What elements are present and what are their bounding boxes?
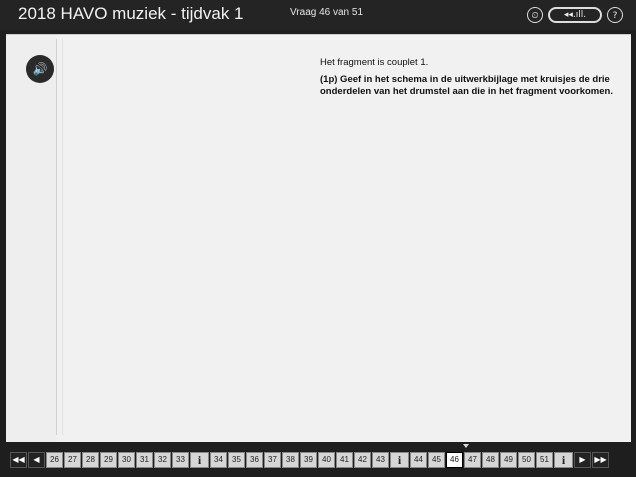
- column-divider: [56, 39, 57, 435]
- timer-icon[interactable]: ⏲: [527, 7, 543, 23]
- question-button-48[interactable]: 48: [482, 452, 499, 468]
- speaker-icon[interactable]: 🔊: [26, 55, 54, 83]
- last-question-button[interactable]: ▶▶: [592, 452, 609, 468]
- question-button-33[interactable]: 33: [172, 452, 189, 468]
- question-button-31[interactable]: 31: [136, 452, 153, 468]
- question-navigation: ◀◀ ◀ 26 27 28 29 30 31 32 33 i 34 35 36 …: [10, 452, 609, 468]
- question-button-29[interactable]: 29: [100, 452, 117, 468]
- info-button[interactable]: i: [554, 452, 573, 468]
- question-button-36[interactable]: 36: [246, 452, 263, 468]
- question-button-42[interactable]: 42: [354, 452, 371, 468]
- question-button-45[interactable]: 45: [428, 452, 445, 468]
- prev-question-button[interactable]: ◀: [28, 452, 45, 468]
- question-button-50[interactable]: 50: [518, 452, 535, 468]
- info-button[interactable]: i: [190, 452, 209, 468]
- info-button[interactable]: i: [390, 452, 409, 468]
- volume-icon: ◂◂.ıll.: [563, 10, 587, 20]
- question-button-43[interactable]: 43: [372, 452, 389, 468]
- fragment-text: Het fragment is couplet 1.: [320, 57, 429, 68]
- next-question-button[interactable]: ▶: [574, 452, 591, 468]
- question-button-30[interactable]: 30: [118, 452, 135, 468]
- left-column: [6, 35, 56, 442]
- question-button-46[interactable]: 46: [446, 452, 463, 468]
- question-button-40[interactable]: 40: [318, 452, 335, 468]
- question-button-34[interactable]: 34: [210, 452, 227, 468]
- current-question-pointer-icon: [463, 444, 469, 448]
- question-button-32[interactable]: 32: [154, 452, 171, 468]
- volume-control[interactable]: ◂◂.ıll.: [548, 7, 602, 23]
- first-question-button[interactable]: ◀◀: [10, 452, 27, 468]
- question-text: (1p) Geef in het schema in de uitwerkbij…: [320, 74, 613, 97]
- question-button-47[interactable]: 47: [464, 452, 481, 468]
- help-button[interactable]: ?: [607, 7, 623, 23]
- question-button-49[interactable]: 49: [500, 452, 517, 468]
- question-button-26[interactable]: 26: [46, 452, 63, 468]
- question-button-28[interactable]: 28: [82, 452, 99, 468]
- title-bar: 2018 HAVO muziek - tijdvak 1 Vraag 46 va…: [0, 0, 636, 30]
- column-divider-inner: [62, 39, 63, 435]
- question-button-27[interactable]: 27: [64, 452, 81, 468]
- question-button-44[interactable]: 44: [410, 452, 427, 468]
- exam-title: 2018 HAVO muziek - tijdvak 1: [18, 4, 244, 23]
- question-button-35[interactable]: 35: [228, 452, 245, 468]
- question-counter: Vraag 46 van 51: [290, 7, 364, 18]
- question-button-51[interactable]: 51: [536, 452, 553, 468]
- question-button-39[interactable]: 39: [300, 452, 317, 468]
- question-button-38[interactable]: 38: [282, 452, 299, 468]
- question-button-41[interactable]: 41: [336, 452, 353, 468]
- question-button-37[interactable]: 37: [264, 452, 281, 468]
- question-panel: 🔊 Het fragment is couplet 1. (1p) Geef i…: [6, 34, 631, 442]
